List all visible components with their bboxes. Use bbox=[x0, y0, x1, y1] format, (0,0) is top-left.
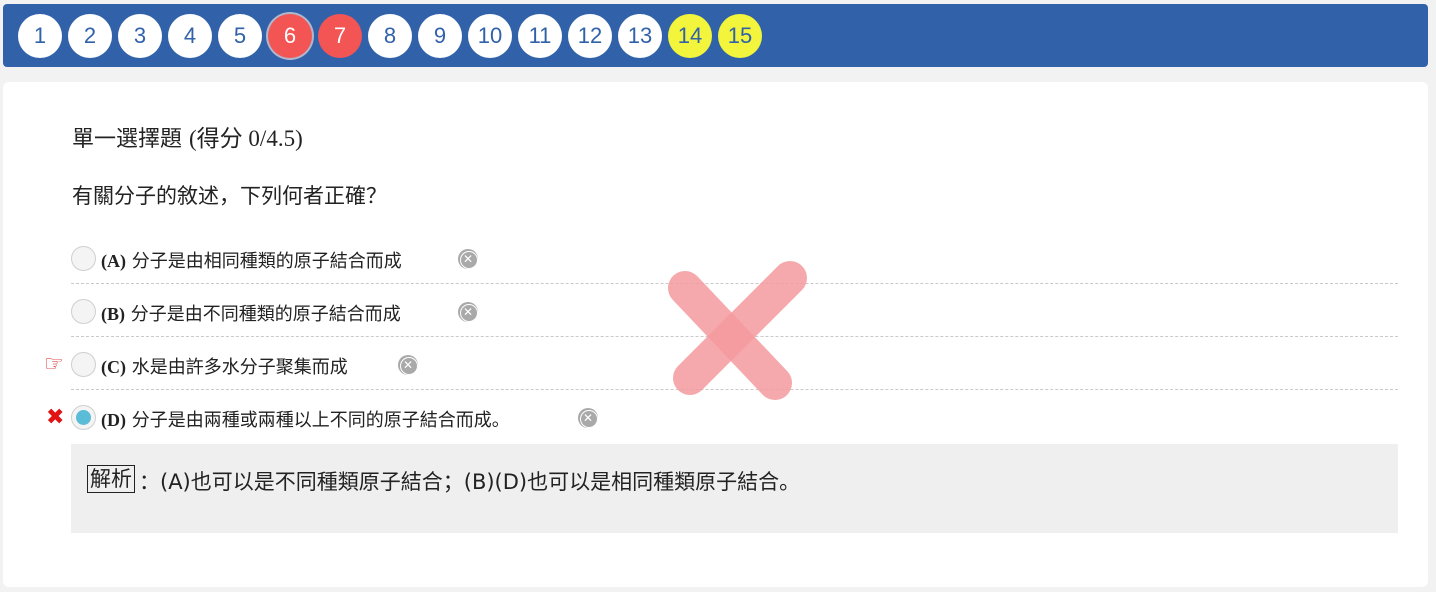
option-a-label[interactable]: (A) 分子是由相同種類的原子結合而成 bbox=[101, 247, 402, 273]
question-type-heading: 單一選擇題 (得分 0/4.5) bbox=[72, 119, 303, 153]
question-number-8[interactable]: 8 bbox=[368, 14, 412, 58]
question-number-9[interactable]: 9 bbox=[418, 14, 462, 58]
option-d-label[interactable]: (D) 分子是由兩種或兩種以上不同的原子結合而成。 bbox=[101, 406, 510, 432]
explanation-text: ：(A)也可以是不同種類原子結合；(B)(D)也可以是相同種類原子結合。 bbox=[139, 470, 801, 494]
question-number-11[interactable]: 11 bbox=[518, 14, 562, 58]
option-a-radio[interactable] bbox=[71, 246, 96, 271]
question-number-1[interactable]: 1 bbox=[18, 14, 62, 58]
question-number-13[interactable]: 13 bbox=[618, 14, 662, 58]
option-c-radio[interactable] bbox=[71, 352, 96, 377]
question-number-2[interactable]: 2 bbox=[68, 14, 112, 58]
question-number-3[interactable]: 3 bbox=[118, 14, 162, 58]
option-d-radio[interactable] bbox=[71, 405, 96, 430]
eliminate-option-icon[interactable]: ✕ bbox=[458, 249, 478, 269]
option-a-text: 分子是由相同種類的原子結合而成 bbox=[131, 251, 402, 272]
option-c-letter: (C) bbox=[101, 357, 126, 377]
question-nav-bar: 1 2 3 4 5 6 7 8 9 10 11 12 13 14 15 bbox=[3, 4, 1428, 67]
score-label: (得分 0/4.5) bbox=[189, 126, 303, 151]
option-c-label[interactable]: (C) 水是由許多水分子聚集而成 bbox=[101, 353, 348, 379]
option-a-letter: (A) bbox=[101, 251, 126, 271]
big-wrong-x-icon bbox=[668, 261, 807, 400]
question-text: 有關分子的敘述，下列何者正確？ bbox=[72, 184, 387, 208]
option-b-label[interactable]: (B) 分子是由不同種類的原子結合而成 bbox=[101, 300, 401, 326]
explanation-box: 解析 ：(A)也可以是不同種類原子結合；(B)(D)也可以是相同種類原子結合。 bbox=[71, 444, 1398, 533]
question-number-14[interactable]: 14 bbox=[668, 14, 712, 58]
eliminate-option-icon[interactable]: ✕ bbox=[578, 408, 598, 428]
option-b-text: 分子是由不同種類的原子結合而成 bbox=[130, 304, 401, 325]
eliminate-option-icon[interactable]: ✕ bbox=[458, 302, 478, 322]
question-number-15[interactable]: 15 bbox=[718, 14, 762, 58]
question-number-7[interactable]: 7 bbox=[318, 14, 362, 58]
question-number-4[interactable]: 4 bbox=[168, 14, 212, 58]
explanation-tag: 解析 bbox=[87, 465, 135, 493]
option-d-letter: (D) bbox=[101, 410, 126, 430]
question-number-5[interactable]: 5 bbox=[218, 14, 262, 58]
pointing-hand-icon: ☞ bbox=[44, 352, 64, 377]
question-number-6[interactable]: 6 bbox=[268, 14, 312, 58]
x-mark-icon: ✖ bbox=[46, 405, 65, 430]
question-number-10[interactable]: 10 bbox=[468, 14, 512, 58]
option-b-letter: (B) bbox=[101, 304, 125, 324]
question-type-label: 單一選擇題 bbox=[72, 127, 183, 152]
option-d-text: 分子是由兩種或兩種以上不同的原子結合而成。 bbox=[131, 410, 510, 431]
eliminate-option-icon[interactable]: ✕ bbox=[398, 355, 418, 375]
option-c-text: 水是由許多水分子聚集而成 bbox=[131, 357, 348, 378]
option-b-radio[interactable] bbox=[71, 299, 96, 324]
question-number-12[interactable]: 12 bbox=[568, 14, 612, 58]
